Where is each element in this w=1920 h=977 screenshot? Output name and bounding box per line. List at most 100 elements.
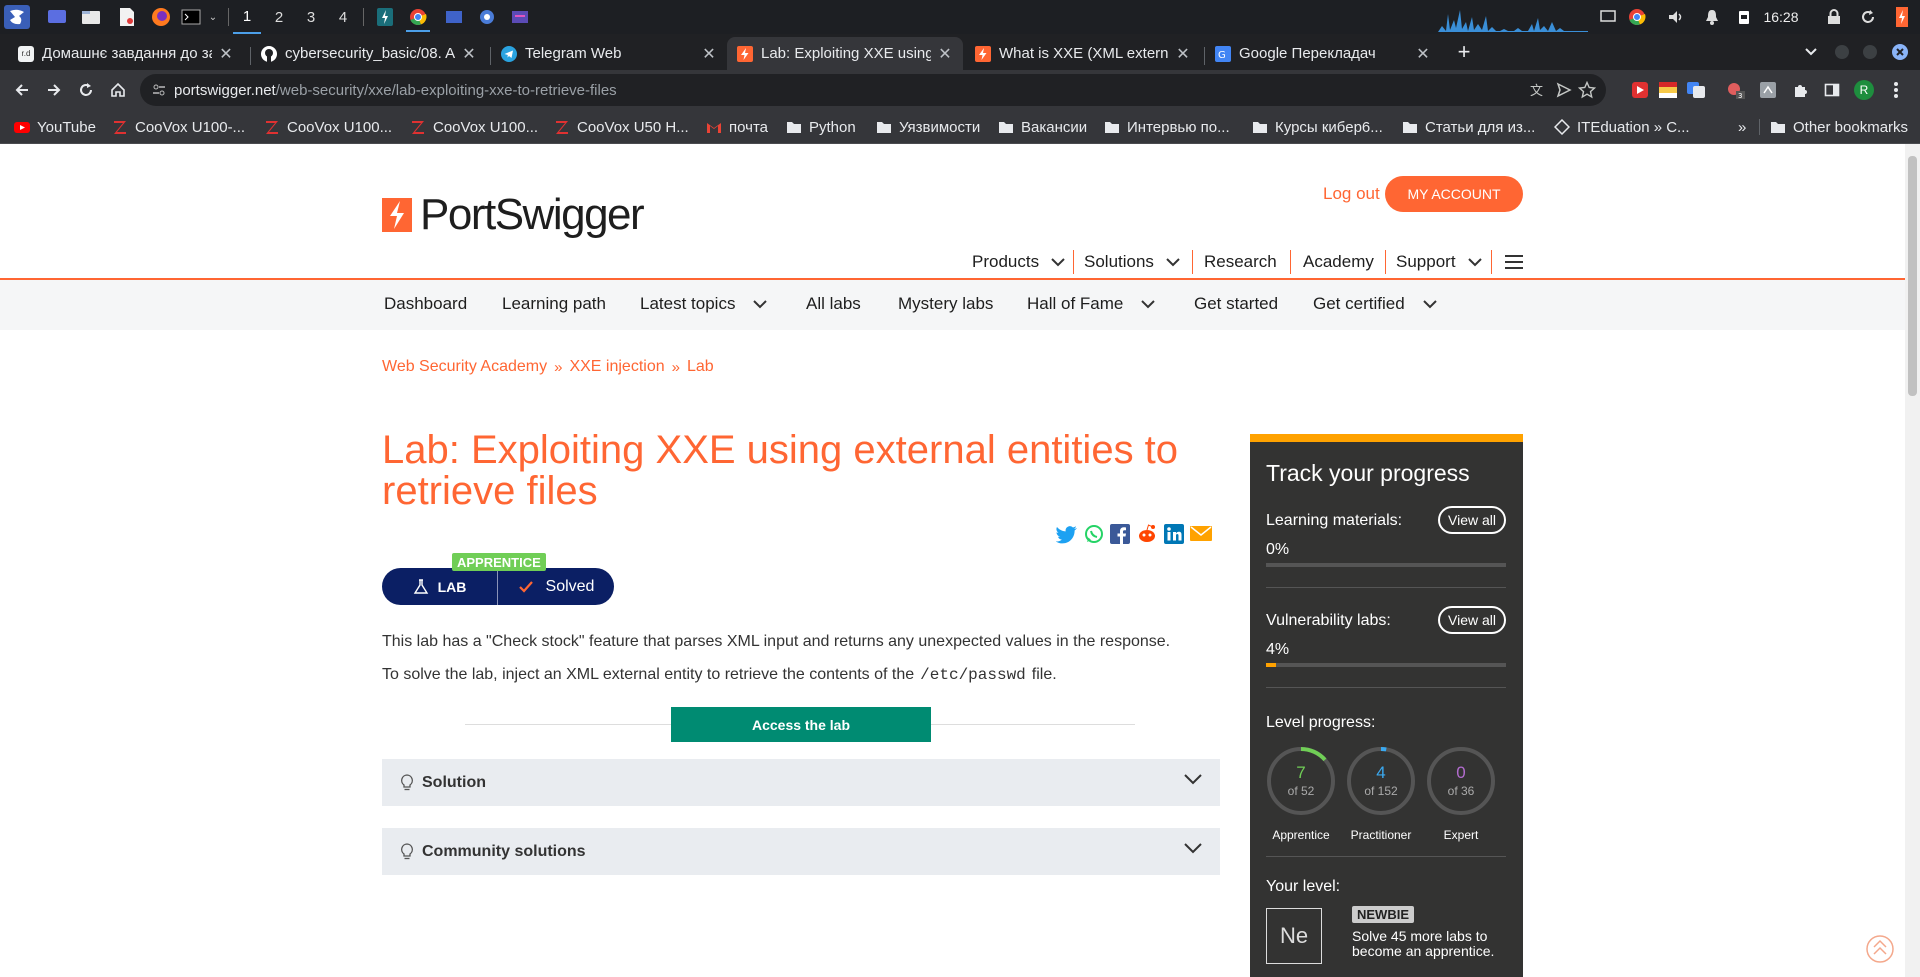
facebook-icon[interactable] [1110, 524, 1130, 544]
bookmark-coovox-1[interactable]: CooVox U100-... [112, 116, 245, 138]
twitter-icon[interactable] [1056, 524, 1078, 544]
solution-accordion[interactable]: Solution [382, 759, 1220, 806]
tab-google-translate[interactable]: G Google Перекладач ✕ [1205, 37, 1441, 70]
side-panel-icon[interactable] [1820, 78, 1844, 102]
extension-flag-icon[interactable] [1656, 78, 1680, 102]
refresh-icon[interactable] [1858, 5, 1878, 29]
bookmark-folder-vulns[interactable]: Уязвимости [876, 116, 980, 138]
nav-products[interactable]: Products [972, 250, 1065, 274]
view-all-learning-button[interactable]: View all [1438, 506, 1506, 534]
bookmarks-overflow[interactable]: » [1738, 116, 1746, 138]
bookmark-folder-courses[interactable]: Курсы кибер6... [1252, 116, 1383, 138]
community-solutions-accordion[interactable]: Community solutions [382, 828, 1220, 875]
page-scrollbar[interactable] [1905, 144, 1920, 977]
burp-tray-icon[interactable] [1892, 5, 1912, 29]
breadcrumb-lab[interactable]: Lab [687, 358, 714, 376]
address-bar[interactable]: portswigger.net/web-security/xxe/lab-exp… [140, 74, 1606, 106]
workspace-2[interactable]: 2 [265, 0, 293, 34]
new-tab-button[interactable]: + [1452, 39, 1476, 64]
workspace-3[interactable]: 3 [297, 0, 325, 34]
burp-icon[interactable] [374, 5, 396, 29]
bookmark-mail[interactable]: почта [706, 116, 768, 138]
scrollbar-thumb[interactable] [1908, 156, 1917, 396]
translate-icon[interactable]: 文 [1530, 81, 1548, 99]
star-icon[interactable] [1578, 81, 1596, 99]
extension-badge-icon[interactable]: 3 [1724, 78, 1748, 102]
close-icon[interactable]: ✕ [1415, 44, 1431, 64]
breadcrumb-academy[interactable]: Web Security Academy [382, 358, 547, 376]
subnav-get-started[interactable]: Get started [1194, 294, 1278, 314]
bookmark-youtube[interactable]: YouTube [14, 116, 96, 138]
email-icon[interactable] [1190, 524, 1212, 544]
bookmark-coovox-3[interactable]: CooVox U100... [410, 116, 538, 138]
scroll-to-top-icon[interactable] [1865, 934, 1895, 964]
firefox-icon[interactable] [150, 5, 172, 29]
close-window-button[interactable] [1888, 40, 1912, 64]
view-all-labs-button[interactable]: View all [1438, 606, 1506, 634]
reload-icon[interactable] [74, 78, 98, 102]
maximize-button[interactable] [1858, 40, 1882, 64]
tab-telegram[interactable]: Telegram Web ✕ [491, 37, 727, 70]
tab-homework[interactable]: r.d Домашнє завдання до за ✕ [8, 37, 244, 70]
forward-icon[interactable] [42, 78, 66, 102]
volume-icon[interactable] [1666, 5, 1686, 29]
minimize-button[interactable] [1830, 40, 1854, 64]
breadcrumb-xxe[interactable]: XXE injection [569, 358, 664, 376]
nav-research[interactable]: Research [1204, 250, 1277, 274]
logout-link[interactable]: Log out [1323, 184, 1380, 204]
site-info-icon[interactable] [152, 83, 166, 97]
subnav-get-certified[interactable]: Get certified [1313, 294, 1437, 314]
portswigger-logo[interactable]: PortSwigger [382, 190, 645, 240]
window-icon[interactable] [444, 5, 464, 29]
bookmark-folder-articles[interactable]: Статьи для из... [1402, 116, 1535, 138]
bookmark-folder-interview[interactable]: Интервью по... [1104, 116, 1230, 138]
linkedin-icon[interactable] [1164, 524, 1184, 544]
extension-red-icon[interactable] [1628, 78, 1652, 102]
document-icon[interactable] [116, 5, 138, 29]
window-icon-2[interactable] [510, 5, 530, 29]
menu-kebab-icon[interactable] [1884, 78, 1908, 102]
subnav-dashboard[interactable]: Dashboard [384, 294, 467, 314]
subnav-all-labs[interactable]: All labs [806, 294, 861, 314]
clipboard-icon[interactable] [1736, 5, 1752, 29]
workspace-1[interactable]: 1 [233, 0, 261, 34]
close-icon[interactable]: ✕ [701, 44, 717, 64]
extension-gray-icon[interactable] [1756, 78, 1780, 102]
bell-icon[interactable] [1702, 5, 1722, 29]
bookmark-folder-python[interactable]: Python [786, 116, 856, 138]
tab-lab-active[interactable]: Lab: Exploiting XXE using ✕ [727, 37, 963, 70]
chrome-icon[interactable] [406, 3, 430, 32]
chrome-app-icon[interactable] [476, 5, 498, 29]
subnav-mystery-labs[interactable]: Mystery labs [898, 294, 993, 314]
bookmark-other[interactable]: Other bookmarks [1770, 116, 1908, 138]
tab-xxe-article[interactable]: What is XXE (XML externa ✕ [965, 37, 1201, 70]
bookmark-itedu[interactable]: ITEduation » C... [1554, 116, 1690, 138]
bookmark-coovox-2[interactable]: CooVox U100... [264, 116, 392, 138]
lock-icon[interactable] [1824, 5, 1844, 29]
workspace-4[interactable]: 4 [329, 0, 357, 34]
access-lab-button[interactable]: Access the lab [671, 707, 931, 742]
close-icon[interactable]: ✕ [461, 44, 477, 64]
app-menu-icon[interactable] [4, 5, 30, 29]
close-icon[interactable]: ✕ [1175, 44, 1191, 64]
chrome-tray-icon[interactable] [1626, 5, 1648, 29]
reddit-icon[interactable] [1136, 524, 1158, 544]
terminal-icon[interactable] [180, 5, 202, 29]
send-icon[interactable] [1556, 82, 1572, 98]
bookmark-folder-jobs[interactable]: Вакансии [998, 116, 1087, 138]
extension-translate-icon[interactable] [1684, 78, 1708, 102]
my-account-button[interactable]: MY ACCOUNT [1385, 176, 1523, 212]
whatsapp-icon[interactable] [1084, 524, 1104, 544]
tab-github[interactable]: cybersecurity_basic/08. A ✕ [251, 37, 487, 70]
bookmark-coovox-4[interactable]: CooVox U50 H... [554, 116, 689, 138]
subnav-hall-of-fame[interactable]: Hall of Fame [1027, 294, 1156, 314]
close-icon[interactable]: ✕ [218, 44, 234, 64]
nav-academy[interactable]: Academy [1303, 250, 1374, 274]
close-icon[interactable]: ✕ [937, 44, 953, 64]
clock[interactable]: 16:28 [1760, 5, 1802, 29]
file-manager-icon[interactable] [80, 5, 102, 29]
profile-avatar[interactable]: R [1852, 78, 1876, 102]
subnav-learning-path[interactable]: Learning path [502, 294, 606, 314]
nav-solutions[interactable]: Solutions [1084, 250, 1180, 274]
back-icon[interactable] [10, 78, 34, 102]
